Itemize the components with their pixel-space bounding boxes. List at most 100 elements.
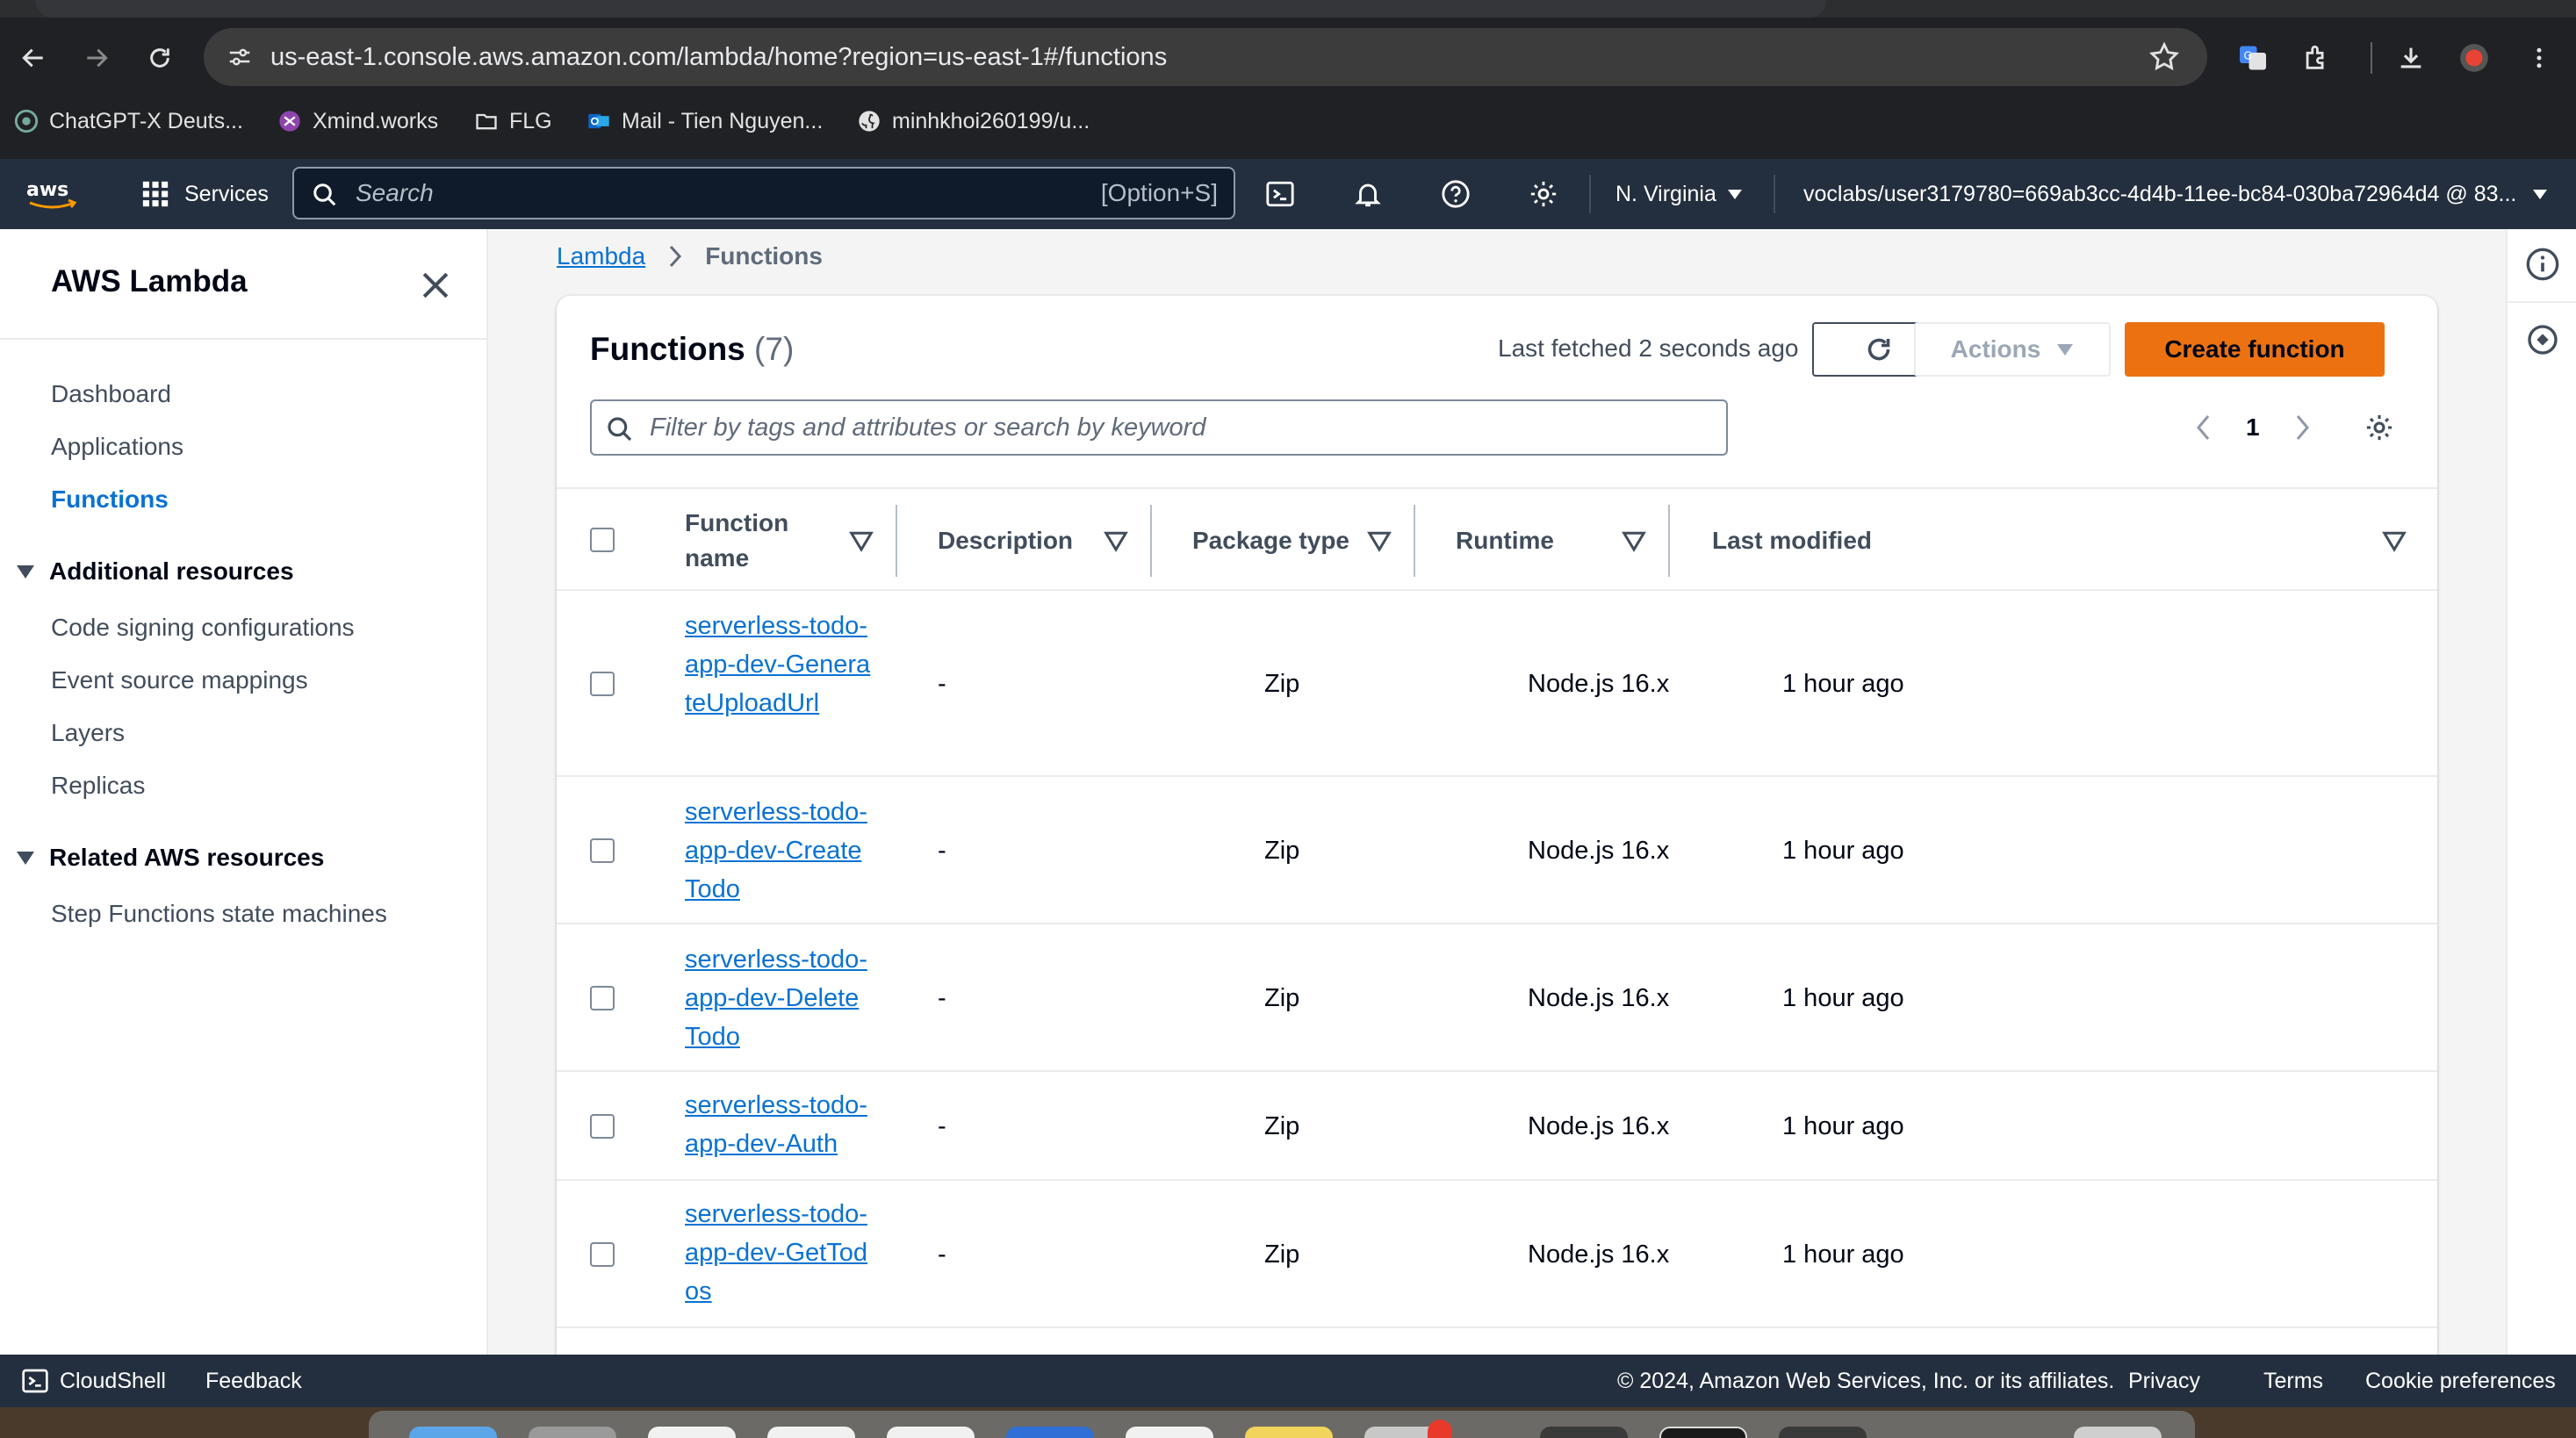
privacy-link[interactable]: Privacy xyxy=(2128,1355,2200,1407)
previous-page-icon[interactable] xyxy=(2186,410,2221,445)
forward-icon[interactable] xyxy=(74,35,119,81)
filter-input[interactable]: Filter by tags and attributes or search … xyxy=(590,399,1728,456)
dock-app-icon[interactable] xyxy=(1006,1427,1094,1438)
active-tab[interactable] xyxy=(35,0,1826,18)
function-name-link[interactable]: serverless-todo-app-dev-CreateTodo xyxy=(685,793,871,909)
cookie-preferences-link[interactable]: Cookie preferences xyxy=(2365,1355,2556,1407)
dock-app-icon[interactable] xyxy=(1245,1427,1333,1438)
cloudshell-button[interactable]: CloudShell xyxy=(21,1355,166,1407)
sidebar-item-applications[interactable]: Applications xyxy=(51,433,183,461)
dock-app-icon[interactable] xyxy=(409,1427,497,1438)
info-icon[interactable] xyxy=(2525,247,2560,282)
create-function-button[interactable]: Create function xyxy=(2125,322,2385,377)
function-name-link[interactable]: serverless-todo-app-dev-DeleteTodo xyxy=(685,940,871,1056)
row-checkbox[interactable] xyxy=(590,838,615,863)
browser-menu-icon[interactable] xyxy=(2516,35,2562,81)
table-row[interactable]: serverless-todo-app-dev-GenerateUploadUr… xyxy=(557,591,2437,777)
region-selector[interactable]: N. Virginia xyxy=(1615,159,1743,229)
sidebar-item-code-signing[interactable]: Code signing configurations xyxy=(51,614,355,642)
table-row[interactable]: serverless-todo-app-dev-DeleteTodo - Zip… xyxy=(557,924,2437,1072)
caret-down-icon xyxy=(2057,344,2074,356)
dock-app-icon[interactable] xyxy=(1126,1427,1213,1438)
dock-trash-icon[interactable] xyxy=(2074,1427,2162,1438)
bookmark-mail[interactable]: Mail - Tien Nguyen... xyxy=(586,105,823,137)
terms-link[interactable]: Terms xyxy=(2263,1355,2323,1407)
cloudshell-icon xyxy=(22,1369,48,1393)
reload-icon[interactable] xyxy=(137,35,183,81)
dock-app-icon[interactable] xyxy=(529,1427,616,1438)
current-page-number[interactable]: 1 xyxy=(2246,413,2260,442)
sidebar-item-replicas[interactable]: Replicas xyxy=(51,772,145,800)
sidebar-item-layers[interactable]: Layers xyxy=(51,719,125,747)
row-checkbox[interactable] xyxy=(590,672,615,696)
settings-gear-icon[interactable] xyxy=(1524,175,1563,213)
sort-caret-icon[interactable] xyxy=(2381,528,2407,554)
tutorial-panel-icon[interactable] xyxy=(2525,322,2560,357)
column-package-type[interactable]: Package type xyxy=(1192,489,1349,593)
search-input[interactable]: Search [Option+S] xyxy=(292,167,1235,219)
row-checkbox[interactable] xyxy=(590,1114,615,1139)
notifications-bell-icon[interactable] xyxy=(1349,175,1387,213)
function-name-link[interactable]: serverless-todo-app-dev-GenerateUploadUr… xyxy=(685,607,871,723)
row-checkbox[interactable] xyxy=(590,986,615,1010)
address-bar[interactable]: us-east-1.console.aws.amazon.com/lambda/… xyxy=(204,28,2207,86)
bookmark-github[interactable]: minhkhoi260199/u... xyxy=(857,105,1090,137)
help-icon[interactable] xyxy=(1436,175,1475,213)
dock-app-icon[interactable] xyxy=(648,1427,736,1438)
services-menu[interactable]: Services xyxy=(140,175,269,213)
sidebar-item-event-source-mappings[interactable]: Event source mappings xyxy=(51,666,308,694)
column-function-name[interactable]: Function name xyxy=(685,489,788,593)
feedback-link[interactable]: Feedback xyxy=(205,1355,302,1407)
google-translate-icon[interactable]: G xyxy=(2230,35,2276,81)
column-divider xyxy=(896,505,897,577)
dock-app-icon[interactable] xyxy=(887,1427,975,1438)
bookmark-star-icon[interactable] xyxy=(2148,40,2181,74)
cell-package-type: Zip xyxy=(1264,837,1300,865)
bookmark-chatgpt[interactable]: ChatGPT-X Deuts... xyxy=(14,105,243,137)
section-related-aws-resources[interactable]: Related AWS resources xyxy=(16,844,324,872)
function-name-link[interactable]: serverless-todo-app-dev-GetTodos xyxy=(685,1195,871,1311)
column-description[interactable]: Description xyxy=(938,489,1073,593)
sidebar-item-functions[interactable]: Functions xyxy=(51,485,169,514)
close-icon[interactable] xyxy=(416,266,455,305)
bookmark-xmind[interactable]: Xmind.works xyxy=(277,105,438,137)
sort-caret-icon[interactable] xyxy=(1621,528,1647,554)
account-menu[interactable]: voclabs/user3179780=669ab3cc-4d4b-11ee-b… xyxy=(1803,159,2548,229)
sidebar-item-step-functions[interactable]: Step Functions state machines xyxy=(51,900,387,928)
site-info-icon[interactable] xyxy=(223,40,256,74)
dock-app-icon[interactable] xyxy=(1540,1427,1628,1438)
column-last-modified[interactable]: Last modified xyxy=(1712,489,1872,593)
table-row[interactable]: serverless-todo-app-dev-CreateTodo - Zip… xyxy=(557,777,2437,924)
bookmark-flg-folder[interactable]: FLG xyxy=(474,105,552,137)
sort-caret-icon[interactable] xyxy=(1103,528,1129,554)
next-page-icon[interactable] xyxy=(2285,410,2320,445)
table-row[interactable]: serverless-todo-app-dev-GetTodos - Zip N… xyxy=(557,1181,2437,1328)
url-text[interactable]: us-east-1.console.aws.amazon.com/lambda/… xyxy=(270,28,1167,86)
dock-app-icon[interactable] xyxy=(1659,1427,1747,1438)
select-all-checkbox[interactable] xyxy=(590,528,615,552)
table-preferences-gear-icon[interactable] xyxy=(2362,410,2397,445)
sort-caret-icon[interactable] xyxy=(848,528,874,554)
sort-caret-icon[interactable] xyxy=(1366,528,1392,554)
search-placeholder: Search xyxy=(356,179,434,206)
actions-dropdown[interactable]: Actions xyxy=(1914,322,2111,377)
download-icon[interactable] xyxy=(2388,35,2434,81)
aws-logo-icon[interactable]: aws xyxy=(25,176,81,212)
extensions-icon[interactable] xyxy=(2293,35,2339,81)
column-runtime[interactable]: Runtime xyxy=(1456,489,1554,593)
table-row[interactable]: serverless-todo-app-dev-Auth - Zip Node.… xyxy=(557,1072,2437,1181)
row-checkbox[interactable] xyxy=(590,1242,615,1267)
profile-avatar-icon[interactable] xyxy=(2451,35,2497,81)
svg-text:G: G xyxy=(2244,50,2252,62)
function-name-link[interactable]: serverless-todo-app-dev-Auth xyxy=(685,1086,871,1163)
browser-chrome: us-east-1.console.aws.amazon.com/lambda/… xyxy=(0,0,2576,159)
column-label: Function xyxy=(685,509,789,536)
sidebar-item-dashboard[interactable]: Dashboard xyxy=(51,380,171,408)
dock-app-icon[interactable] xyxy=(767,1427,855,1438)
dock-app-icon[interactable] xyxy=(1779,1427,1867,1438)
breadcrumb-lambda-link[interactable]: Lambda xyxy=(557,242,645,270)
back-icon[interactable] xyxy=(11,35,56,81)
cloudshell-icon[interactable] xyxy=(1261,175,1299,213)
section-additional-resources[interactable]: Additional resources xyxy=(16,557,294,586)
breadcrumb-current: Functions xyxy=(705,242,823,270)
